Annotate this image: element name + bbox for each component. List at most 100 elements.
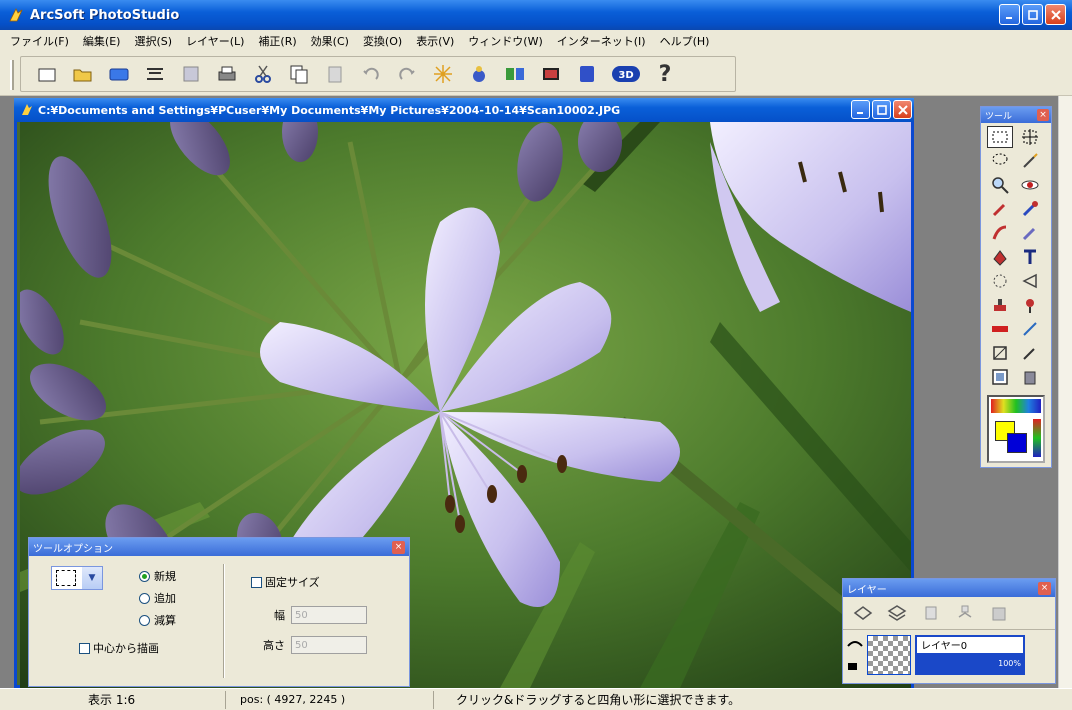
album-button[interactable]	[575, 62, 599, 86]
tool-options-close-button[interactable]: ×	[392, 540, 405, 554]
copy-button[interactable]	[287, 62, 311, 86]
vertical-scrollbar[interactable]	[1058, 96, 1072, 688]
maximize-button[interactable]	[1022, 4, 1043, 25]
open-button[interactable]	[71, 62, 95, 86]
cut-button[interactable]	[251, 62, 275, 86]
layer-properties-icon[interactable]	[921, 603, 941, 623]
trash-tool[interactable]	[1017, 366, 1043, 388]
menu-effects[interactable]: 効果(C)	[311, 33, 349, 49]
gradient-tool[interactable]	[987, 318, 1013, 340]
help-button[interactable]: ?	[653, 62, 677, 87]
layer-opacity[interactable]: 100%	[917, 659, 1023, 668]
tool-palette-close-button[interactable]: ×	[1037, 109, 1049, 121]
red-eye-tool[interactable]	[1017, 174, 1043, 196]
shape-tool[interactable]	[1017, 270, 1043, 292]
visibility-eye-icon[interactable]	[847, 640, 863, 652]
pin-tool[interactable]	[1017, 294, 1043, 316]
background-color[interactable]	[1007, 433, 1027, 453]
slideshow-button[interactable]	[539, 62, 563, 86]
save-button[interactable]	[179, 62, 203, 86]
clone-tool[interactable]	[1017, 198, 1043, 220]
radio-new-button[interactable]	[139, 570, 150, 582]
minimize-button[interactable]	[999, 4, 1020, 25]
magic-button[interactable]	[431, 62, 455, 86]
cut-icon	[255, 65, 271, 83]
lock-icon[interactable]	[847, 658, 859, 670]
line-tool[interactable]	[1017, 318, 1043, 340]
tool-palette-titlebar[interactable]: ツール ×	[981, 107, 1051, 123]
menu-select[interactable]: 選択(S)	[134, 33, 172, 49]
duplicate-layer-icon[interactable]	[955, 603, 975, 623]
fill-tool[interactable]	[987, 246, 1013, 268]
radio-subtract-button[interactable]	[139, 614, 150, 626]
menu-help[interactable]: ヘルプ(H)	[660, 33, 710, 49]
acquire-button[interactable]	[107, 62, 131, 86]
zoom-tool[interactable]	[987, 174, 1013, 196]
fixed-size-checkbox[interactable]: 固定サイズ	[251, 574, 320, 590]
doc-close-button[interactable]	[893, 100, 912, 119]
text-tool[interactable]	[1017, 246, 1043, 268]
delete-layer-icon[interactable]	[989, 603, 1009, 623]
layer-name-box[interactable]: レイヤー0 100%	[915, 634, 1025, 675]
fixed-size-check[interactable]	[251, 576, 262, 588]
undo-button[interactable]	[359, 62, 383, 86]
close-button[interactable]	[1045, 4, 1066, 25]
stamp-tool[interactable]	[987, 294, 1013, 316]
menu-layer[interactable]: レイヤー(L)	[186, 33, 244, 49]
layer-panel-close-button[interactable]: ×	[1038, 581, 1051, 595]
layer-panel-titlebar[interactable]: レイヤー ×	[843, 579, 1055, 597]
center-draw-checkbox[interactable]: 中心から描画	[79, 640, 159, 656]
red-eye-icon	[1021, 180, 1039, 190]
radio-add-button[interactable]	[139, 592, 150, 604]
crop-tool[interactable]	[987, 342, 1013, 364]
menu-view[interactable]: 表示(V)	[416, 33, 454, 49]
brush-icon	[992, 203, 1006, 217]
tool-options-titlebar[interactable]: ツールオプション ×	[29, 538, 409, 556]
doc-minimize-button[interactable]	[851, 100, 870, 119]
smudge-tool[interactable]	[987, 222, 1013, 244]
color-slider[interactable]	[1033, 419, 1041, 457]
menu-edit[interactable]: 編集(E)	[83, 33, 121, 49]
menu-internet[interactable]: インターネット(I)	[557, 33, 646, 49]
merge-layer-icon[interactable]	[887, 603, 907, 623]
3d-button[interactable]: 3D	[611, 62, 641, 86]
move-tool[interactable]	[1017, 126, 1043, 148]
marquee-icon	[992, 131, 1008, 143]
redo-button[interactable]	[395, 62, 419, 86]
show-layer-icon[interactable]	[853, 603, 873, 623]
layer-row[interactable]: レイヤー0 100%	[843, 629, 1055, 679]
radio-new[interactable]: 新規	[139, 568, 176, 584]
compare-button[interactable]	[503, 62, 527, 86]
document-titlebar[interactable]: C:¥Documents and Settings¥PCuser¥My Docu…	[14, 98, 914, 122]
blur-tool[interactable]	[987, 270, 1013, 292]
height-field[interactable]: 50	[291, 636, 367, 654]
radio-add[interactable]: 追加	[139, 590, 176, 606]
menu-transform[interactable]: 変換(O)	[363, 33, 402, 49]
shape-icon	[1022, 273, 1037, 289]
paste-button[interactable]	[323, 62, 347, 86]
lasso-tool[interactable]	[987, 150, 1013, 172]
menu-file[interactable]: ファイル(F)	[10, 33, 69, 49]
wizard-button[interactable]	[467, 62, 491, 86]
color-swatch-panel[interactable]	[987, 395, 1045, 463]
pencil-tool[interactable]	[1017, 342, 1043, 364]
eraser-icon	[1022, 227, 1036, 241]
toolbar-grip[interactable]	[10, 60, 14, 90]
marquee-tool[interactable]	[987, 126, 1013, 148]
color-palette[interactable]	[991, 399, 1041, 413]
eraser-tool[interactable]	[1017, 222, 1043, 244]
selection-shape-dropdown[interactable]: ▼	[51, 566, 103, 590]
menu-window[interactable]: ウィンドウ(W)	[468, 33, 542, 49]
new-button[interactable]	[35, 62, 59, 86]
frame-tool[interactable]	[987, 366, 1013, 388]
magic-wand-tool[interactable]	[1017, 150, 1043, 172]
center-draw-check[interactable]	[79, 642, 90, 654]
brush-tool[interactable]	[987, 198, 1013, 220]
width-field[interactable]: 50	[291, 606, 367, 624]
scan-button[interactable]	[143, 62, 167, 86]
print-button[interactable]	[215, 62, 239, 86]
radio-subtract[interactable]: 減算	[139, 612, 176, 628]
menu-enhance[interactable]: 補正(R)	[258, 33, 296, 49]
layer-name[interactable]: レイヤー0	[917, 636, 1023, 653]
doc-maximize-button[interactable]	[872, 100, 891, 119]
